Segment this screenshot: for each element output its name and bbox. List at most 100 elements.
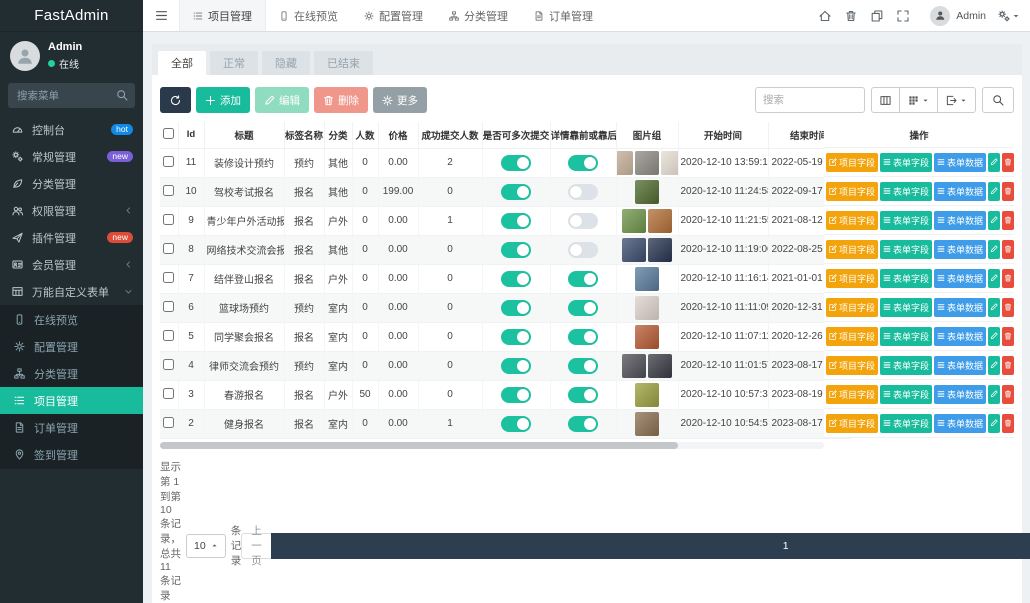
image-thumbnail[interactable] bbox=[622, 238, 646, 262]
col-id[interactable]: Id bbox=[178, 122, 204, 148]
topbar-tab-在线预览[interactable]: 在线预览 bbox=[266, 0, 351, 31]
select-all-checkbox[interactable] bbox=[163, 128, 174, 139]
delete-row-button[interactable] bbox=[1002, 240, 1014, 259]
form-fields-button[interactable]: 表单字段 bbox=[880, 385, 932, 404]
delete-row-button[interactable] bbox=[1002, 269, 1014, 288]
image-thumbnail[interactable] bbox=[661, 151, 678, 175]
sidebar-subitem-签到管理[interactable]: 签到管理 bbox=[0, 441, 143, 468]
topbar-tab-项目管理[interactable]: 项目管理 bbox=[179, 0, 266, 31]
toggle-multi-submit[interactable] bbox=[501, 358, 531, 374]
delete-row-button[interactable] bbox=[1002, 327, 1014, 346]
edit-row-button[interactable] bbox=[988, 298, 1000, 317]
table-row[interactable]: 3 春游报名 报名 户外 50 0.00 0 2020-12-10 10:57:… bbox=[160, 380, 850, 409]
home-icon[interactable] bbox=[812, 10, 838, 22]
image-thumbnail[interactable] bbox=[635, 180, 659, 204]
form-data-button[interactable]: 表单数据 bbox=[934, 327, 986, 346]
form-fields-button[interactable]: 表单字段 bbox=[880, 298, 932, 317]
delete-row-button[interactable] bbox=[1002, 182, 1014, 201]
toggle-detail-position[interactable] bbox=[568, 213, 598, 229]
form-data-button[interactable]: 表单数据 bbox=[934, 240, 986, 259]
settings-menu[interactable] bbox=[998, 10, 1020, 22]
sidebar-subitem-分类管理[interactable]: 分类管理 bbox=[0, 360, 143, 387]
project-fields-button[interactable]: 项目字段 bbox=[826, 153, 878, 172]
sidebar-subitem-项目管理[interactable]: 项目管理 bbox=[0, 387, 143, 414]
delete-row-button[interactable] bbox=[1002, 414, 1014, 433]
col-category[interactable]: 分类 bbox=[324, 122, 352, 148]
table-row[interactable]: 5 同学聚会报名 报名 室内 0 0.00 0 2020-12-10 11:07… bbox=[160, 322, 850, 351]
project-fields-button[interactable]: 项目字段 bbox=[826, 385, 878, 404]
prev-page-button[interactable]: 上一页 bbox=[241, 533, 272, 559]
image-thumbnail[interactable] bbox=[616, 151, 633, 175]
toggle-detail-position[interactable] bbox=[568, 416, 598, 432]
project-fields-button[interactable]: 项目字段 bbox=[826, 182, 878, 201]
col-price[interactable]: 价格 bbox=[378, 122, 418, 148]
more-button[interactable]: 更多 bbox=[373, 87, 427, 113]
sidebar-subitem-订单管理[interactable]: 订单管理 bbox=[0, 414, 143, 441]
table-row[interactable]: 6 篮球场预约 预约 室内 0 0.00 0 2020-12-10 11:11:… bbox=[160, 293, 850, 322]
edit-row-button[interactable] bbox=[988, 240, 1000, 259]
table-row[interactable]: 8 网络技术交流会报名 报名 其他 0 0.00 0 2020-12-10 11… bbox=[160, 235, 850, 264]
form-data-button[interactable]: 表单数据 bbox=[934, 211, 986, 230]
sidebar-item-插件管理[interactable]: 插件管理 new bbox=[0, 224, 143, 251]
sidebar-subitem-在线预览[interactable]: 在线预览 bbox=[0, 306, 143, 333]
topbar-tab-配置管理[interactable]: 配置管理 bbox=[351, 0, 436, 31]
sidebar-toggle-icon[interactable] bbox=[143, 0, 179, 31]
topbar-tab-分类管理[interactable]: 分类管理 bbox=[436, 0, 521, 31]
page-button-1[interactable]: 1 bbox=[271, 533, 1030, 559]
image-thumbnail[interactable] bbox=[648, 354, 672, 378]
col-detail[interactable]: 详情靠前或靠后 bbox=[550, 122, 616, 148]
form-fields-button[interactable]: 表单字段 bbox=[880, 240, 932, 259]
image-thumbnail[interactable] bbox=[622, 209, 646, 233]
form-fields-button[interactable]: 表单字段 bbox=[880, 182, 932, 201]
edit-row-button[interactable] bbox=[988, 356, 1000, 375]
toggle-detail-position[interactable] bbox=[568, 271, 598, 287]
columns-dropdown-button[interactable] bbox=[899, 87, 938, 113]
image-thumbnail[interactable] bbox=[635, 383, 659, 407]
edit-button[interactable]: 编辑 bbox=[255, 87, 309, 113]
add-button[interactable]: 添加 bbox=[196, 87, 250, 113]
form-data-button[interactable]: 表单数据 bbox=[934, 414, 986, 433]
image-thumbnail[interactable] bbox=[635, 151, 659, 175]
toggle-multi-submit[interactable] bbox=[501, 300, 531, 316]
row-checkbox[interactable] bbox=[163, 301, 174, 312]
project-fields-button[interactable]: 项目字段 bbox=[826, 414, 878, 433]
image-thumbnail[interactable] bbox=[648, 238, 672, 262]
delete-row-button[interactable] bbox=[1002, 356, 1014, 375]
toggle-detail-position[interactable] bbox=[568, 358, 598, 374]
edit-row-button[interactable] bbox=[988, 153, 1000, 172]
col-success[interactable]: 成功提交人数 bbox=[418, 122, 482, 148]
form-fields-button[interactable]: 表单字段 bbox=[880, 211, 932, 230]
filter-tab-隐藏[interactable]: 隐藏 bbox=[262, 51, 310, 75]
filter-tab-正常[interactable]: 正常 bbox=[210, 51, 258, 75]
user-menu[interactable]: Admin bbox=[930, 6, 986, 26]
image-thumbnail[interactable] bbox=[648, 209, 672, 233]
image-thumbnail[interactable] bbox=[635, 296, 659, 320]
edit-row-button[interactable] bbox=[988, 414, 1000, 433]
app-logo[interactable]: FastAdmin bbox=[0, 0, 143, 32]
sidebar-subitem-配置管理[interactable]: 配置管理 bbox=[0, 333, 143, 360]
row-checkbox[interactable] bbox=[163, 185, 174, 196]
toggle-detail-position[interactable] bbox=[568, 242, 598, 258]
form-data-button[interactable]: 表单数据 bbox=[934, 269, 986, 288]
edit-row-button[interactable] bbox=[988, 182, 1000, 201]
form-data-button[interactable]: 表单数据 bbox=[934, 298, 986, 317]
table-row[interactable]: 11 装修设计预约 预约 其他 0 0.00 2 2020-12-10 13:5… bbox=[160, 148, 850, 177]
toggle-multi-submit[interactable] bbox=[501, 387, 531, 403]
form-fields-button[interactable]: 表单字段 bbox=[880, 356, 932, 375]
row-checkbox[interactable] bbox=[163, 243, 174, 254]
sidebar-item-会员管理[interactable]: 会员管理 bbox=[0, 251, 143, 278]
toggle-multi-submit[interactable] bbox=[501, 213, 531, 229]
filter-tab-全部[interactable]: 全部 bbox=[158, 51, 206, 75]
sidebar-item-常规管理[interactable]: 常规管理 new bbox=[0, 143, 143, 170]
project-fields-button[interactable]: 项目字段 bbox=[826, 298, 878, 317]
toggle-detail-position[interactable] bbox=[568, 329, 598, 345]
image-thumbnail[interactable] bbox=[622, 354, 646, 378]
project-fields-button[interactable]: 项目字段 bbox=[826, 240, 878, 259]
sidebar-item-万能自定义表单[interactable]: 万能自定义表单 bbox=[0, 278, 143, 305]
copy-icon[interactable] bbox=[864, 10, 890, 22]
delete-row-button[interactable] bbox=[1002, 298, 1014, 317]
expand-icon[interactable] bbox=[890, 10, 916, 22]
toggle-multi-submit[interactable] bbox=[501, 242, 531, 258]
edit-row-button[interactable] bbox=[988, 211, 1000, 230]
sidebar-item-分类管理[interactable]: 分类管理 bbox=[0, 170, 143, 197]
